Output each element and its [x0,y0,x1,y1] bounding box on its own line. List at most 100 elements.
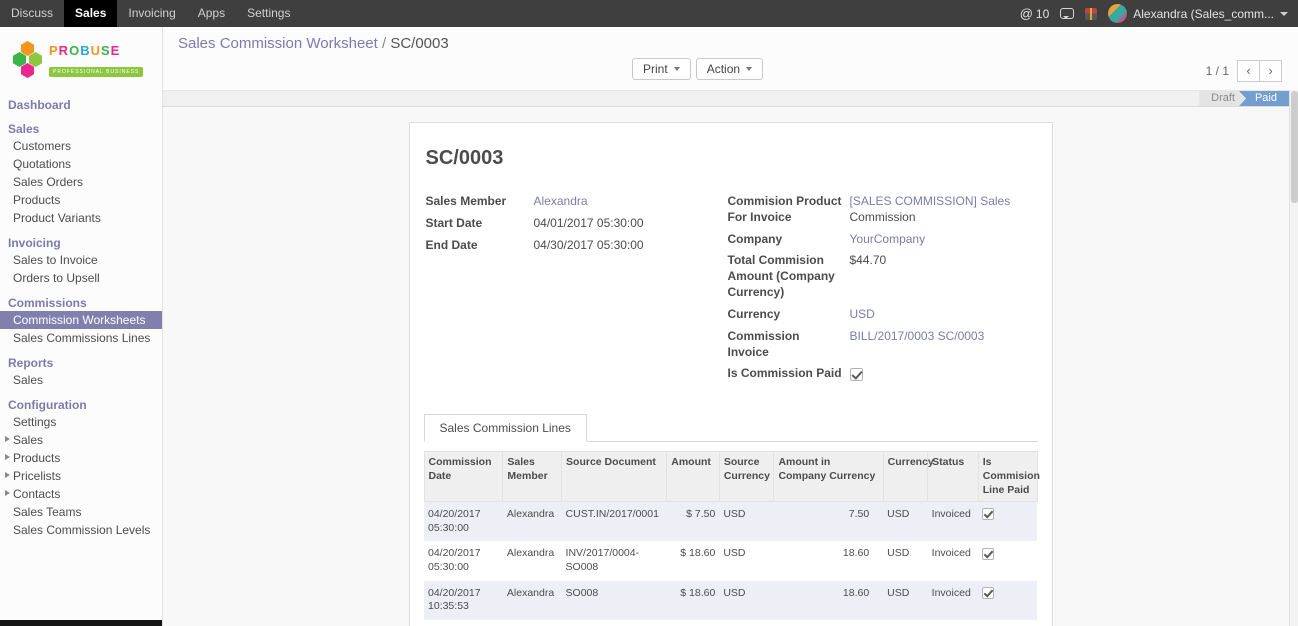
cell-source-currency: USD [719,502,774,542]
status-draft[interactable]: Draft [1199,91,1245,106]
vertical-scrollbar [1289,90,1298,626]
sidebar-item-customers[interactable]: Customers [0,137,162,155]
sidebar-item-config-settings[interactable]: Settings [0,413,162,431]
col-is-commission-line-paid: Is Commision Line Paid [978,452,1037,502]
cell-company-amount: 7.50 [774,502,883,542]
status-paid[interactable]: Paid [1239,91,1289,106]
sales-member-link[interactable]: Alexandra [534,194,588,210]
cell-source: INV/2017/0004-SO008 [562,541,667,580]
control-panel-buttons: Print Action [632,58,763,80]
cell-amount: $ 18.60 [667,581,720,620]
statusbar: Draft Paid [163,90,1298,107]
cell-status: Invoiced [928,581,979,620]
caret-down-icon [674,67,680,71]
start-date-value: 04/01/2017 05:30:00 [534,216,644,232]
commission-product-link[interactable]: [SALES COMMISSION] Sales [850,194,1011,210]
table-row[interactable]: 04/20/2017 10:35:53 Alexandra SO008 $ 18… [424,581,1037,620]
table-row[interactable]: 04/20/2017 05:30:00 Alexandra INV/2017/0… [424,541,1037,580]
messages-icon[interactable] [1060,8,1074,19]
line-paid-checkbox[interactable] [982,548,994,560]
col-currency: Currency [883,452,928,502]
sidebar-item-reports-sales[interactable]: Sales [0,371,162,389]
line-paid-checkbox[interactable] [982,587,994,599]
pager-previous-button[interactable]: ‹ [1237,60,1260,82]
sidebar-section-sales[interactable]: Sales [0,120,162,137]
field-is-commission-paid: Is Commission Paid [728,366,1038,382]
end-date-value: 04/30/2017 05:30:00 [534,238,644,254]
sidebar-item-sales-orders[interactable]: Sales Orders [0,173,162,191]
cell-member: Alexandra [503,581,562,620]
pager-next-button[interactable]: › [1259,60,1282,82]
field-sales-member: Sales Member Alexandra [426,194,724,210]
cell-source-currency: USD [719,541,774,580]
sidebar-item-commission-worksheets[interactable]: Commission Worksheets [0,311,162,329]
line-paid-checkbox[interactable] [982,508,994,520]
commission-invoice-link[interactable]: BILL/2017/0003 SC/0003 [850,329,985,361]
breadcrumb-parent-link[interactable]: Sales Commission Worksheet [178,35,378,52]
nav-settings[interactable]: Settings [236,0,301,27]
control-panel: Sales Commission Worksheet / SC/0003 Pri… [163,27,1298,90]
field-group-right: Commision Product For Invoice [SALES COM… [724,194,1038,388]
sidebar-item-config-products[interactable]: Products [0,449,162,467]
nav-invoicing[interactable]: Invoicing [117,0,186,27]
sidebar-item-sales-to-invoice[interactable]: Sales to Invoice [0,251,162,269]
activities-button[interactable]: @ 10 [1020,6,1050,21]
notebook: Sales Commission Lines Commission Date [424,414,1038,626]
is-commission-paid-checkbox[interactable] [850,368,863,381]
cell-company-amount: 18.60 [774,541,883,580]
logo-brand-text: PROBUSE [49,42,143,60]
cell-line-paid [978,581,1037,620]
company-link[interactable]: YourCompany [850,232,926,248]
sidebar-section-commissions[interactable]: Commissions [0,294,162,311]
sidebar-menu: Dashboard Sales Customers Quotations Sal… [0,96,162,539]
sidebar-item-orders-to-upsell[interactable]: Orders to Upsell [0,269,162,287]
commission-lines-table: Commission Date Sales Member Source Docu… [424,451,1038,626]
breadcrumb: Sales Commission Worksheet / SC/0003 [178,35,449,52]
sidebar: PROBUSE PROFESSIONAL BUSINESS Dashboard … [0,27,163,626]
scrollbar-thumb[interactable] [1291,91,1298,203]
col-commission-date: Commission Date [424,452,503,502]
probuse-logo: PROBUSE PROFESSIONAL BUSINESS [0,27,162,89]
col-source-currency: Source Currency [719,452,774,502]
cell-status: Invoiced [928,541,979,580]
sidebar-item-config-sales[interactable]: Sales [0,431,162,449]
sidebar-item-quotations[interactable]: Quotations [0,155,162,173]
sidebar-section-reports[interactable]: Reports [0,354,162,371]
cell-line-paid [978,502,1037,542]
breadcrumb-current: SC/0003 [390,35,448,52]
nav-sales[interactable]: Sales [64,0,117,27]
cell-member: Alexandra [503,541,562,580]
field-start-date: Start Date 04/01/2017 05:30:00 [426,216,724,232]
cell-source: CUST.IN/2017/0001 [562,502,667,542]
sidebar-item-config-contacts[interactable]: Contacts [0,485,162,503]
col-sales-member: Sales Member [503,452,562,502]
currency-link[interactable]: USD [850,307,875,323]
logo-tagline: PROFESSIONAL BUSINESS [49,67,143,77]
sidebar-section-dashboard[interactable]: Dashboard [0,96,162,113]
sidebar-bottom-strip [0,620,162,626]
nav-discuss[interactable]: Discuss [0,0,64,27]
user-menu[interactable]: Alexandra (Sales_comm... [1108,4,1288,23]
sidebar-item-sales-commissions-lines[interactable]: Sales Commissions Lines [0,329,162,347]
sidebar-section-invoicing[interactable]: Invoicing [0,234,162,251]
table-header-row: Commission Date Sales Member Source Docu… [424,452,1037,502]
sidebar-item-sales-teams[interactable]: Sales Teams [0,503,162,521]
cell-amount: $ 7.50 [667,502,720,542]
sidebar-section-configuration[interactable]: Configuration [0,396,162,413]
nav-apps[interactable]: Apps [187,0,236,27]
table-row[interactable]: 04/20/2017 05:30:00 Alexandra CUST.IN/20… [424,502,1037,542]
print-button[interactable]: Print [632,58,691,80]
systray-extra-icon[interactable] [1085,8,1097,20]
sidebar-item-product-variants[interactable]: Product Variants [0,209,162,227]
sidebar-item-products[interactable]: Products [0,191,162,209]
field-groups: Sales Member Alexandra Start Date 04/01/… [424,194,1038,388]
expand-arrow-icon [5,436,10,442]
cell-date: 04/20/2017 05:30:00 [424,502,503,542]
table-spacer-row [424,620,1037,626]
expand-arrow-icon [5,454,10,460]
sidebar-item-config-pricelists[interactable]: Pricelists [0,467,162,485]
sidebar-item-sales-commission-levels[interactable]: Sales Commission Levels [0,521,162,539]
action-button[interactable]: Action [696,58,763,80]
cell-source-currency: USD [719,581,774,620]
tab-sales-commission-lines[interactable]: Sales Commission Lines [424,414,587,442]
